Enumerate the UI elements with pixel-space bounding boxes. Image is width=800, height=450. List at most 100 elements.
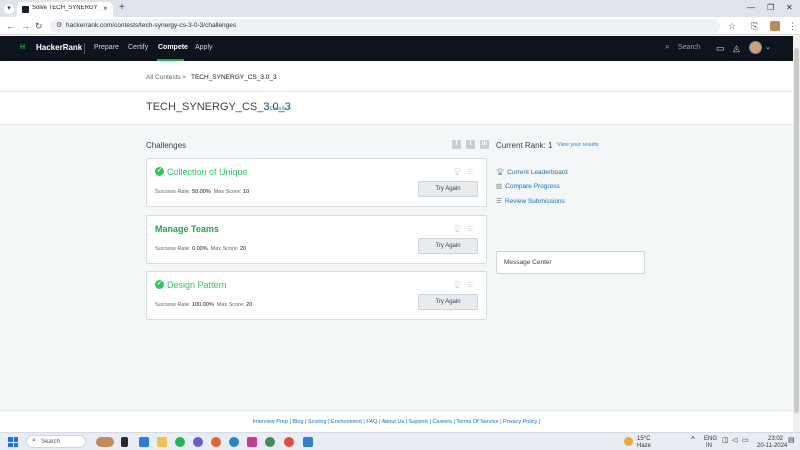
review-submissions-label[interactable]: Review Submissions (505, 198, 565, 205)
region[interactable]: IN (706, 443, 712, 449)
try-again-button[interactable]: Try Again (418, 294, 478, 310)
challenge-stats: Success Rate: 50.00% Max Score: 10 (155, 189, 250, 195)
task-view-icon[interactable] (121, 437, 128, 447)
search-input[interactable]: Search (678, 44, 700, 51)
view-results-link[interactable]: View your results (557, 142, 599, 148)
footer-links[interactable]: Interview Prep | Blog | Scoring | Enviro… (0, 419, 793, 425)
nav-prepare[interactable]: Prepare (94, 44, 119, 51)
tab-search-chevron-icon[interactable]: ▾ (4, 4, 14, 14)
hackerrank-favicon-icon (22, 6, 29, 13)
try-again-button[interactable]: Try Again (418, 238, 478, 254)
breadcrumb-all-contests[interactable]: All Contests (146, 74, 181, 81)
notification-center-icon[interactable]: ▤ (788, 437, 795, 444)
back-icon[interactable]: ← (6, 20, 15, 32)
user-avatar[interactable] (749, 41, 762, 54)
challenge-stats: Success Rate: 100.00% Max Score: 20 (155, 302, 253, 308)
list-icon: ☰ (467, 169, 474, 176)
battery-icon[interactable]: ▭ (742, 437, 749, 444)
bookmark-star-icon[interactable]: ☆ (728, 20, 736, 32)
browser-toolbar: ← → ↻ ⚙ hackerrank.com/contests/tech-syn… (0, 17, 800, 35)
language[interactable]: ENG (704, 436, 717, 442)
challenge-stats: Success Rate: 0.00% Max Score: 20 (155, 246, 247, 252)
logo-mark-icon[interactable]: H (20, 44, 26, 51)
page-content: H HackerRank Prepare Certify Compete App… (0, 36, 793, 432)
taskbar-search-label: Search (41, 439, 61, 445)
app-icon[interactable] (193, 437, 203, 447)
compare-progress-label[interactable]: Compare Progress (505, 183, 560, 190)
challenge-name[interactable]: Collection of Unique (167, 167, 248, 177)
widgets-icon[interactable] (96, 437, 114, 447)
leaderboard-label[interactable]: Current Leaderboard (507, 169, 567, 176)
tray-chevron-icon[interactable]: ^ (691, 436, 695, 444)
leaderboard-link[interactable]: 🏆︎ Current Leaderboard (496, 168, 568, 176)
windows-taskbar: ⌕ Search 15°C Haze ^ ENG IN ◫ ◁ ▭ 23:02 … (0, 432, 800, 450)
trophy-icon: 🏆︎ (453, 282, 462, 289)
challenge-name[interactable]: Manage Teams (155, 224, 219, 234)
messages-icon[interactable]: ▭ (716, 42, 725, 54)
search-icon[interactable]: ⌕ (665, 42, 669, 52)
breadcrumb-separator-icon: > (182, 74, 186, 81)
reload-icon[interactable]: ↻ (35, 20, 43, 32)
review-submissions-link[interactable]: ☰ Review Submissions (496, 197, 565, 205)
linkedin-share-icon[interactable]: in (480, 140, 489, 149)
notifications-bell-icon[interactable]: ◬ (733, 42, 740, 54)
maximize-icon[interactable]: ❐ (767, 3, 774, 13)
trophy-icon: 🏆︎ (453, 169, 462, 176)
vscode-icon[interactable] (303, 437, 313, 447)
user-menu-chevron-icon[interactable]: ⌄ (765, 43, 771, 51)
clock-date[interactable]: 20-11-2024 (757, 443, 787, 449)
browser-tab[interactable]: Solve TECH_SYNERGY_CS_3.0_3 × (17, 2, 113, 17)
browser-tab-bar: ▾ Solve TECH_SYNERGY_CS_3.0_3 × + — ❐ ✕ (0, 0, 800, 17)
weather-icon[interactable] (624, 437, 633, 446)
firefox-icon[interactable] (211, 437, 221, 447)
site-info-icon[interactable]: ⚙ (56, 21, 62, 31)
chrome-icon[interactable] (284, 437, 294, 447)
browser-menu-icon[interactable]: ⋮ (788, 20, 797, 32)
challenge-card[interactable]: ✓ Collection of Unique 🏆︎ ☰ Success Rate… (146, 158, 487, 207)
list-icon: ☰ (467, 282, 474, 289)
copilot-icon[interactable] (139, 437, 149, 447)
wifi-icon[interactable]: ◫ (722, 437, 729, 444)
challenge-card[interactable]: Manage Teams 🏆︎ ☰ Success Rate: 0.00% Ma… (146, 215, 487, 264)
address-bar[interactable]: ⚙ hackerrank.com/contests/tech-synergy-c… (50, 19, 720, 33)
volume-icon[interactable]: ◁ (732, 437, 737, 444)
edge-icon[interactable] (229, 437, 239, 447)
twitter-share-icon[interactable]: t (466, 140, 475, 149)
taskbar-search[interactable]: ⌕ Search (26, 435, 86, 448)
window-close-icon[interactable]: ✕ (786, 3, 793, 13)
file-explorer-icon[interactable] (157, 437, 167, 447)
page-scrollbar[interactable] (793, 36, 800, 432)
logo-text[interactable]: HackerRank (36, 43, 82, 52)
minimize-icon[interactable]: — (747, 3, 755, 13)
weather-desc[interactable]: Haze (637, 443, 651, 449)
challenge-card[interactable]: ✓ Design Pattern 🏆︎ ☰ Success Rate: 100.… (146, 271, 487, 320)
list-icon: ☰ (496, 198, 502, 205)
solved-check-icon: ✓ (155, 167, 164, 176)
details-link[interactable]: Details ▸ (270, 106, 291, 112)
try-again-button[interactable]: Try Again (418, 181, 478, 197)
extensions-icon[interactable]: ⎘ (751, 20, 758, 32)
message-center[interactable]: Message Center (496, 251, 645, 274)
windows-start-icon[interactable] (8, 437, 18, 447)
forward-icon[interactable]: → (21, 20, 30, 32)
challenge-name[interactable]: Design Pattern (167, 280, 227, 290)
breadcrumb-current: TECH_SYNERGY_CS_3.0_3 (191, 74, 277, 81)
compare-progress-link[interactable]: ▥ Compare Progress (496, 182, 560, 190)
nav-apply[interactable]: Apply (195, 44, 213, 51)
new-tab-icon[interactable]: + (119, 2, 125, 14)
bar-chart-icon: ▥ (496, 183, 503, 190)
search-icon: ⌕ (32, 437, 36, 444)
breadcrumb: All Contests > TECH_SYNERGY_CS_3.0_3 (0, 61, 793, 92)
tab-close-icon[interactable]: × (103, 4, 108, 14)
clock-time[interactable]: 23:02 (768, 436, 783, 442)
browser-profile-avatar[interactable] (770, 21, 780, 31)
nav-certify[interactable]: Certify (128, 44, 148, 51)
scrollbar-thumb[interactable] (794, 48, 799, 413)
challenges-heading: Challenges (146, 141, 187, 150)
spotify-icon[interactable] (175, 437, 185, 447)
facebook-share-icon[interactable]: f (452, 140, 461, 149)
nav-compete[interactable]: Compete (158, 44, 188, 51)
office-icon[interactable] (247, 437, 257, 447)
app-icon[interactable] (265, 437, 275, 447)
weather-temp[interactable]: 15°C (637, 436, 650, 442)
